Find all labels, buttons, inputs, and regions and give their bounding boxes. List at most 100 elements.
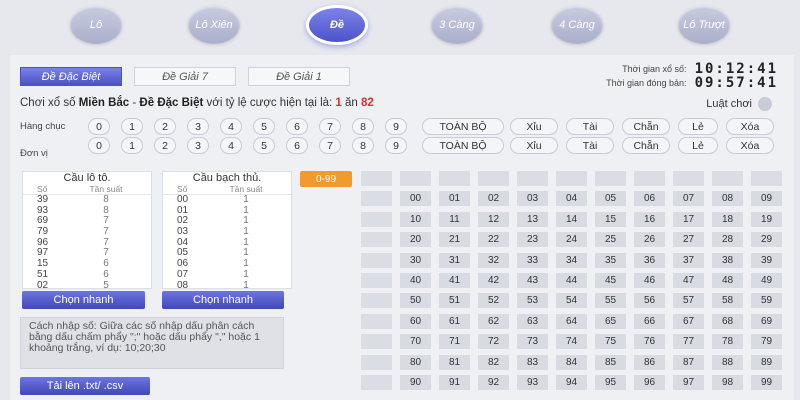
number-cell[interactable]: 13 — [517, 211, 548, 227]
number-cell[interactable]: 00 — [400, 191, 431, 207]
number-cell[interactable]: 10 — [400, 211, 431, 227]
number-cell[interactable]: 67 — [673, 313, 704, 329]
units-digit-4[interactable]: 4 — [220, 137, 242, 154]
number-cell[interactable]: 35 — [595, 252, 626, 268]
number-cell[interactable]: 02 — [478, 191, 509, 207]
number-cell[interactable]: 39 — [751, 252, 782, 268]
number-cell[interactable]: 71 — [439, 334, 470, 350]
number-cell[interactable]: 09 — [751, 191, 782, 207]
number-cell[interactable]: 07 — [673, 191, 704, 207]
number-cell[interactable]: 33 — [517, 252, 548, 268]
number-cell[interactable]: 74 — [556, 334, 587, 350]
tens-opt-clear[interactable]: Xóa — [726, 118, 774, 135]
number-cell[interactable]: 62 — [478, 313, 509, 329]
number-cell[interactable]: 98 — [712, 375, 743, 390]
number-cell[interactable]: 45 — [595, 273, 626, 288]
tab-lo-xien[interactable]: Lô Xiên — [188, 6, 240, 44]
number-cell[interactable]: 36 — [634, 252, 665, 268]
number-cell[interactable]: 90 — [400, 375, 431, 390]
range-0-99-button[interactable]: 0-99 — [300, 171, 352, 187]
number-cell[interactable]: 91 — [439, 375, 470, 390]
units-opt-tai[interactable]: Tài — [566, 137, 614, 154]
number-cell[interactable]: 66 — [634, 313, 665, 329]
number-cell[interactable]: 95 — [595, 375, 626, 390]
grid-row-select[interactable] — [361, 211, 392, 227]
tens-digit-1[interactable]: 1 — [121, 118, 143, 135]
number-cell[interactable]: 28 — [712, 232, 743, 248]
number-cell[interactable]: 54 — [556, 293, 587, 309]
units-digit-7[interactable]: 7 — [319, 137, 341, 154]
units-digit-0[interactable]: 0 — [88, 137, 110, 154]
number-cell[interactable]: 50 — [400, 293, 431, 309]
grid-row-select[interactable] — [361, 232, 392, 248]
upload-file-button[interactable]: Tải lên .txt/ .csv — [20, 377, 150, 395]
number-cell[interactable]: 19 — [751, 211, 782, 227]
rules-link[interactable]: Luật chơi — [706, 97, 772, 111]
number-cell[interactable]: 30 — [400, 252, 431, 268]
units-digit-2[interactable]: 2 — [154, 137, 176, 154]
number-cell[interactable]: 16 — [634, 211, 665, 227]
number-cell[interactable]: 89 — [751, 354, 782, 370]
number-cell[interactable]: 31 — [439, 252, 470, 268]
number-cell[interactable]: 21 — [439, 232, 470, 248]
tens-opt-all[interactable]: TOÀN BỘ — [422, 118, 504, 135]
number-cell[interactable]: 01 — [439, 191, 470, 207]
number-cell[interactable]: 05 — [595, 191, 626, 207]
number-cell[interactable]: 75 — [595, 334, 626, 350]
number-cell[interactable]: 79 — [751, 334, 782, 350]
tens-digit-6[interactable]: 6 — [286, 118, 308, 135]
tens-digit-4[interactable]: 4 — [220, 118, 242, 135]
number-cell[interactable]: 99 — [751, 375, 782, 390]
number-cell[interactable]: 51 — [439, 293, 470, 309]
number-cell[interactable]: 64 — [556, 313, 587, 329]
number-cell[interactable]: 93 — [517, 375, 548, 390]
grid-row-select[interactable] — [361, 252, 392, 268]
number-cell[interactable]: 49 — [751, 273, 782, 288]
units-opt-chan[interactable]: Chẵn — [622, 137, 670, 154]
number-cell[interactable]: 11 — [439, 211, 470, 227]
number-cell[interactable]: 58 — [712, 293, 743, 309]
number-cell[interactable]: 60 — [400, 313, 431, 329]
number-cell[interactable]: 63 — [517, 313, 548, 329]
number-cell[interactable]: 17 — [673, 211, 704, 227]
tab-3-cang[interactable]: 3 Càng — [431, 6, 483, 44]
number-cell[interactable]: 29 — [751, 232, 782, 248]
tab-4-cang[interactable]: 4 Càng — [551, 6, 603, 44]
number-cell[interactable]: 56 — [634, 293, 665, 309]
number-cell[interactable]: 59 — [751, 293, 782, 309]
number-cell[interactable]: 96 — [634, 375, 665, 390]
subtab-de-giai-1[interactable]: Đề Giải 1 — [248, 67, 350, 86]
tab-lo-truot[interactable]: Lô Trượt — [678, 6, 730, 44]
quick-pick-bach-thu-button[interactable]: Chọn nhanh — [162, 291, 284, 309]
units-opt-clear[interactable]: Xóa — [726, 137, 774, 154]
number-cell[interactable]: 83 — [517, 354, 548, 370]
number-cell[interactable]: 26 — [634, 232, 665, 248]
grid-row-select[interactable] — [361, 354, 392, 370]
number-cell[interactable]: 14 — [556, 211, 587, 227]
number-cell[interactable]: 78 — [712, 334, 743, 350]
grid-row-select[interactable] — [361, 273, 392, 288]
number-cell[interactable]: 70 — [400, 334, 431, 350]
number-cell[interactable]: 86 — [634, 354, 665, 370]
number-cell[interactable]: 55 — [595, 293, 626, 309]
number-cell[interactable]: 34 — [556, 252, 587, 268]
number-cell[interactable]: 37 — [673, 252, 704, 268]
tens-digit-3[interactable]: 3 — [187, 118, 209, 135]
number-cell[interactable]: 94 — [556, 375, 587, 390]
units-opt-all[interactable]: TOÀN BỘ — [422, 137, 504, 154]
units-digit-6[interactable]: 6 — [286, 137, 308, 154]
tab-lo[interactable]: Lô — [70, 6, 122, 44]
number-cell[interactable]: 04 — [556, 191, 587, 207]
number-cell[interactable]: 92 — [478, 375, 509, 390]
number-cell[interactable]: 88 — [712, 354, 743, 370]
tens-opt-xiu[interactable]: Xỉu — [510, 118, 558, 135]
subtab-de-dac-biet[interactable]: Đề Đặc Biệt — [20, 67, 122, 86]
number-cell[interactable]: 46 — [634, 273, 665, 288]
tens-digit-0[interactable]: 0 — [88, 118, 110, 135]
number-cell[interactable]: 15 — [595, 211, 626, 227]
tens-digit-7[interactable]: 7 — [319, 118, 341, 135]
number-cell[interactable]: 08 — [712, 191, 743, 207]
grid-row-select[interactable] — [361, 375, 392, 390]
tens-opt-le[interactable]: Lẻ — [678, 118, 718, 135]
rules-toggle-icon[interactable] — [758, 97, 772, 111]
